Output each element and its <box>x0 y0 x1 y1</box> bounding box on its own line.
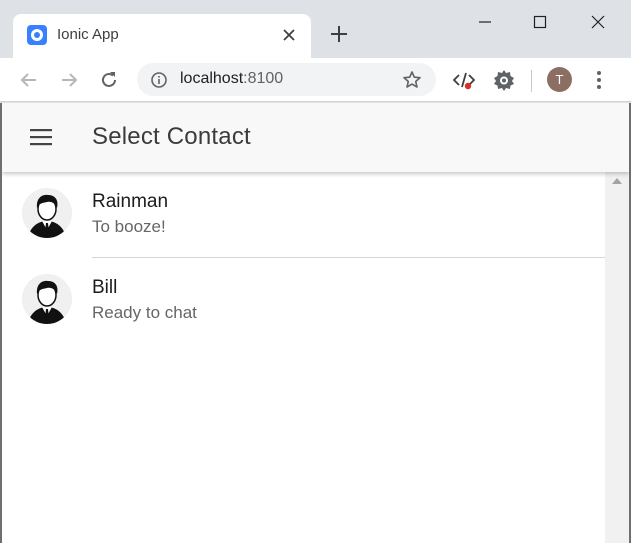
address-bar[interactable]: localhost:8100 <box>137 63 436 96</box>
ionic-app: Select Contact Rainman To booze! Bill Re… <box>2 103 629 543</box>
menu-kebab-icon[interactable] <box>589 67 609 93</box>
url-text: localhost:8100 <box>180 70 283 88</box>
scroll-up-arrow-icon[interactable] <box>612 178 622 184</box>
minimize-icon[interactable] <box>470 8 500 36</box>
toolbar-divider <box>531 70 532 92</box>
contact-name: Bill <box>92 277 118 298</box>
browser-window: Ionic App localhost:8100 T Select Contac… <box>0 0 631 543</box>
window-close-icon[interactable] <box>583 8 613 36</box>
vertical-scrollbar[interactable] <box>605 172 629 543</box>
page-title: Select Contact <box>92 123 251 150</box>
businessman-avatar-icon <box>22 188 72 238</box>
browser-toolbar: localhost:8100 T <box>0 58 631 102</box>
new-tab-plus-icon[interactable] <box>327 22 351 46</box>
close-icon[interactable] <box>279 25 299 45</box>
back-arrow-icon[interactable] <box>16 67 42 93</box>
contact-list: Rainman To booze! Bill Ready to chat <box>2 172 605 543</box>
contact-item[interactable]: Rainman To booze! <box>2 172 605 258</box>
reload-icon[interactable] <box>96 67 122 93</box>
contact-status: Ready to chat <box>92 303 197 322</box>
hamburger-menu-icon[interactable] <box>28 125 54 149</box>
contact-status: To booze! <box>92 217 166 236</box>
contact-item[interactable]: Bill Ready to chat <box>2 258 605 344</box>
bookmark-star-icon[interactable] <box>401 69 423 91</box>
tab-strip: Ionic App <box>0 0 631 58</box>
browser-tab[interactable]: Ionic App <box>13 14 311 58</box>
app-header: Select Contact <box>2 103 629 172</box>
contact-name: Rainman <box>92 191 169 212</box>
forward-arrow-icon[interactable] <box>56 67 82 93</box>
ionic-logo-icon <box>27 25 47 45</box>
url-port: :8100 <box>243 70 284 87</box>
tab-title: Ionic App <box>57 26 119 43</box>
dev-tools-extension-icon[interactable] <box>451 67 477 93</box>
gear-extension-icon[interactable] <box>491 67 517 93</box>
url-host: localhost <box>180 70 244 87</box>
maximize-icon[interactable] <box>525 8 555 36</box>
businessman-avatar-icon <box>22 274 72 324</box>
profile-avatar[interactable]: T <box>547 67 572 92</box>
info-icon[interactable] <box>150 71 168 89</box>
